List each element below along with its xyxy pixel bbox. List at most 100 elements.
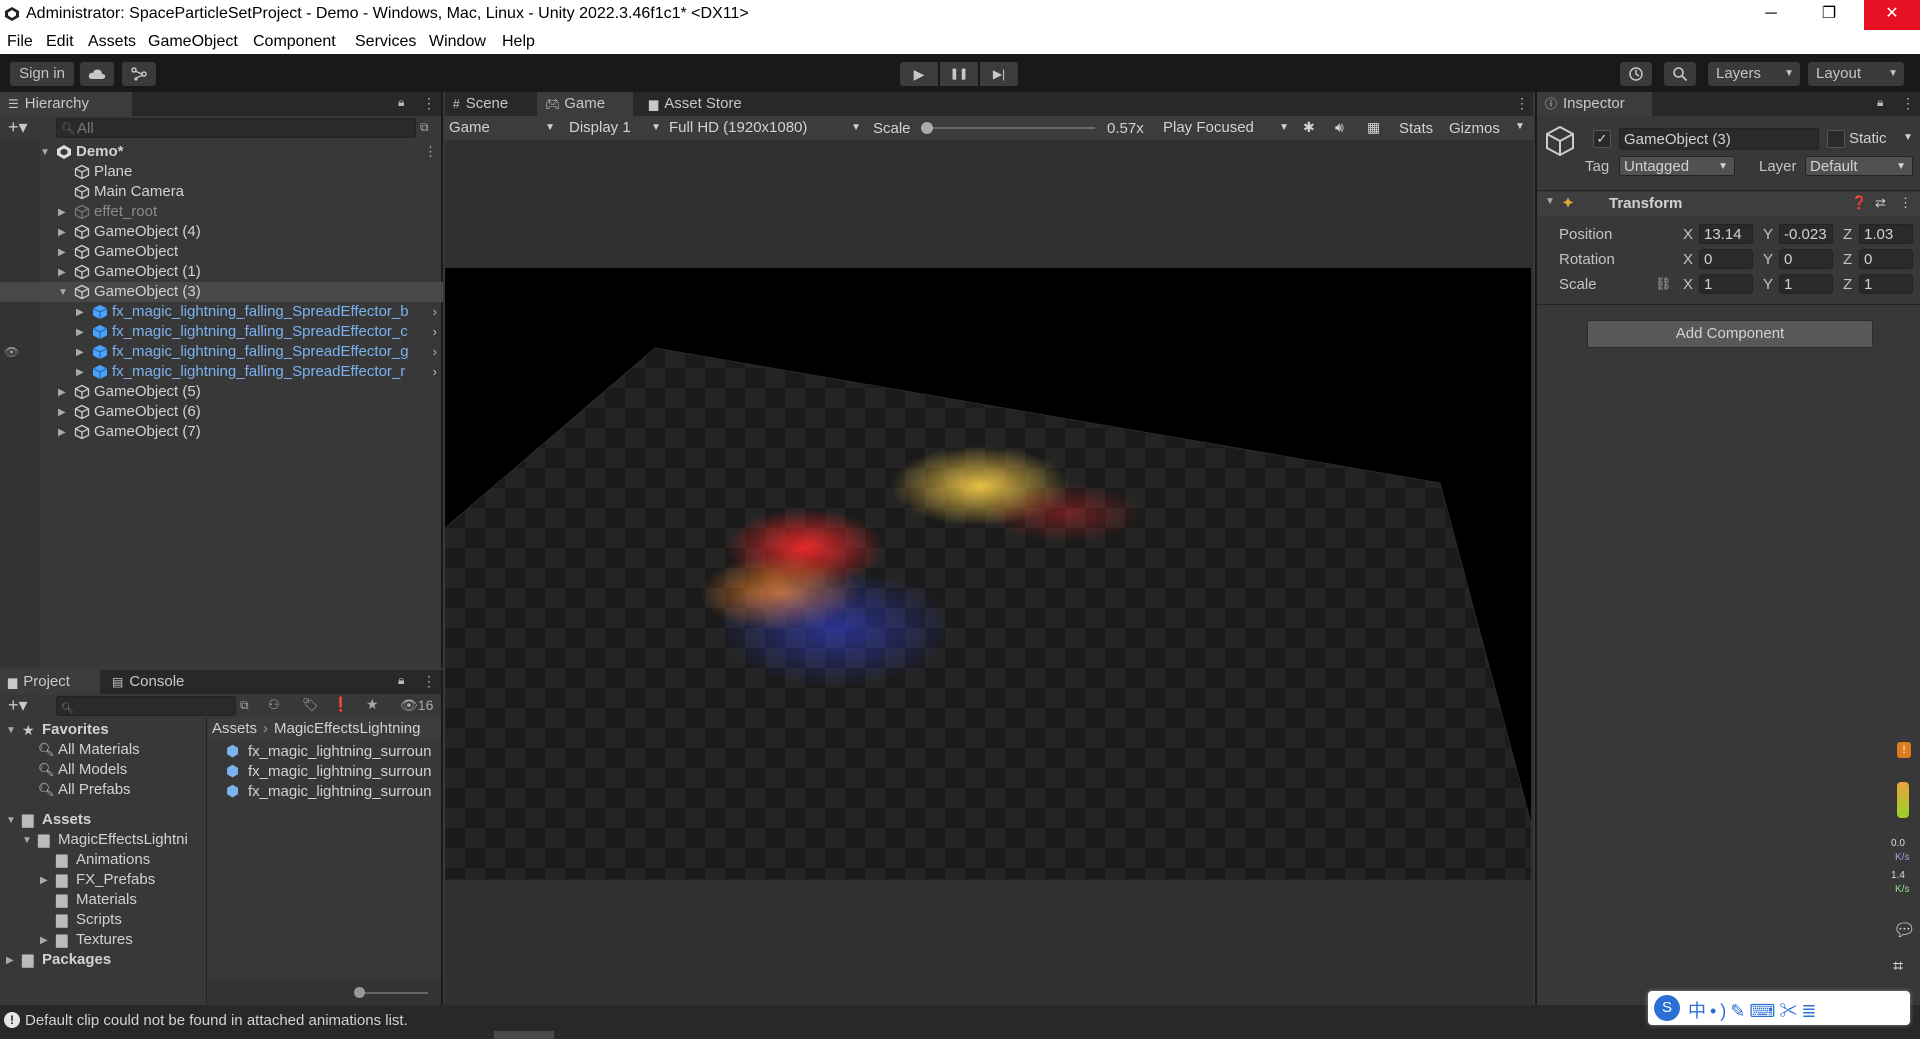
search-options-icon[interactable]: ⧉ [420,120,429,135]
tree-packages[interactable]: ▶ ▆ Packages [0,950,206,970]
menu-assets[interactable]: Assets [88,33,136,51]
hierarchy-row[interactable]: Plane [0,162,443,182]
hierarchy-row[interactable]: ▶ fx_magic_lightning_falling_SpreadEffect… [0,362,443,382]
hierarchy-row[interactable]: ▶ fx_magic_lightning_falling_SpreadEffect… [0,302,443,322]
tab-inspector[interactable]: ⓘ Inspector [1537,92,1652,116]
game-viewport[interactable] [445,268,1531,880]
kebab-menu-icon[interactable]: ⋮ [1515,95,1529,112]
cloud-icon[interactable] [80,62,114,86]
scale-slider-track[interactable] [923,127,1095,129]
file-item[interactable]: ⬢ fx_magic_lightning_surroun [208,782,441,802]
layout-dropdown[interactable]: Layout ▼ [1808,62,1904,86]
favorite-star-icon[interactable]: ★ [366,696,379,713]
icon-size-slider-track[interactable] [356,992,428,994]
tree-all-materials[interactable]: 🔍︎ All Materials [0,740,206,760]
chevron-right-icon[interactable]: › [433,342,437,362]
chevron-right-icon[interactable]: › [433,362,437,382]
chevron-right-icon[interactable]: ▶ [58,223,66,242]
hierarchy-row[interactable]: ▶ GameObject [0,242,443,262]
hierarchy-row[interactable]: ▶ GameObject (5) [0,382,443,402]
resolution-dropdown[interactable]: Full HD (1920x1080) ▼ [669,116,865,140]
filter-label-icon[interactable]: 🏷︎ [302,697,319,713]
close-button[interactable]: ✕ [1864,0,1920,30]
chevron-down-icon[interactable]: ▼ [58,283,68,302]
hierarchy-row[interactable]: ▶ GameObject (6) [0,402,443,422]
restore-button[interactable]: ❐ [1806,0,1852,30]
menu-component[interactable]: Component [253,33,336,51]
grid-view-icon[interactable]: ▦ [1367,119,1380,136]
chevron-right-icon[interactable]: ▶ [76,343,84,362]
position-z-field[interactable]: 1.03 [1859,224,1913,244]
notification-badge-icon[interactable]: ! [1897,742,1911,758]
bug-icon[interactable]: ✱ [1303,119,1315,136]
menu-file[interactable]: File [7,33,33,51]
scale-z-field[interactable]: 1 [1859,274,1913,294]
chevron-right-icon[interactable]: › [433,302,437,322]
chevron-down-icon[interactable]: ▼ [1545,196,1555,207]
chevron-down-icon[interactable]: ▼ [1515,121,1525,132]
hierarchy-row[interactable]: Main Camera [0,182,443,202]
hierarchy-row[interactable]: ▶ GameObject (7) [0,422,443,442]
play-button[interactable]: ▶ [900,62,938,86]
chevron-right-icon[interactable]: ▶ [58,203,66,222]
status-message[interactable]: Default clip could not be found in attac… [25,1012,408,1029]
tab-asset-store[interactable]: ▆ Asset Store [641,92,761,116]
minimize-button[interactable]: ─ [1748,0,1794,30]
tree-folder[interactable]: ▆ Scripts [0,910,206,930]
hidden-packages-icon[interactable]: 👁︎16 [400,697,433,714]
chevron-right-icon[interactable]: ▶ [58,423,66,442]
lock-icon[interactable]: 🔒︎ [1877,95,1883,110]
tab-project[interactable]: ▆ Project [0,670,100,694]
kebab-menu-icon[interactable]: ⋮ [1901,95,1915,112]
breadcrumb-item[interactable]: Assets [212,720,257,737]
layer-dropdown[interactable]: Default ▼ [1805,156,1913,176]
tree-all-models[interactable]: 🔍︎ All Models [0,760,206,780]
chevron-down-icon[interactable]: ▼ [1903,132,1913,143]
gizmos-button[interactable]: Gizmos [1449,120,1500,137]
project-search-input[interactable]: 🔍︎ [56,696,236,716]
tree-assets[interactable]: ▼ ▆ Assets [0,810,206,830]
tree-folder[interactable]: ▆ Animations [0,850,206,870]
hierarchy-row[interactable]: ▶ fx_magic_lightning_falling_SpreadEffect… [0,342,443,362]
menu-edit[interactable]: Edit [46,33,74,51]
scale-y-field[interactable]: 1 [1779,274,1833,294]
tab-hierarchy[interactable]: ☰ Hierarchy [0,92,132,116]
visibility-eye-icon[interactable]: 👁︎ [4,342,19,362]
hierarchy-row[interactable]: ▼ Demo* ⋮ [0,142,443,162]
menu-window[interactable]: Window [429,33,486,51]
breadcrumb-item[interactable]: MagicEffectsLightning [274,720,420,737]
play-focused-dropdown[interactable]: Play Focused ▼ [1163,116,1293,140]
scale-x-field[interactable]: 1 [1699,274,1753,294]
hierarchy-row[interactable]: ▶ fx_magic_lightning_falling_SpreadEffect… [0,322,443,342]
create-asset-button[interactable]: +▾ [8,695,28,716]
chevron-right-icon[interactable]: ▶ [76,323,84,342]
ime-logo-icon[interactable]: S [1654,995,1680,1021]
step-button[interactable]: ▶| [980,62,1018,86]
chevron-right-icon[interactable]: ▶ [58,403,66,422]
chevron-right-icon[interactable]: ▶ [58,383,66,402]
preset-icon[interactable]: ⇄ [1875,195,1886,211]
menu-services[interactable]: Services [355,33,416,51]
speaker-icon[interactable]: 🔊︎ [1335,119,1344,136]
constrain-proportions-icon[interactable]: ⛓︎ [1655,276,1672,292]
chevron-down-icon[interactable]: ▼ [40,143,50,162]
tree-favorites[interactable]: ▼ ★ Favorites [0,720,206,740]
file-item[interactable]: ⬢ fx_magic_lightning_surroun [208,762,441,782]
tree-folder[interactable]: ▆ Materials [0,890,206,910]
kebab-menu-icon[interactable]: ⋮ [422,95,436,112]
search-icon[interactable] [1664,62,1696,86]
tree-magiceffects[interactable]: ▼ ▆ MagicEffectsLightni [0,830,206,850]
kebab-menu-icon[interactable]: ⋮ [424,142,437,162]
menu-gameobject[interactable]: GameObject [148,33,238,51]
chevron-right-icon[interactable]: ▶ [58,243,66,262]
chevron-right-icon[interactable]: ▶ [58,263,66,282]
active-checkbox[interactable]: ✓ [1593,130,1611,148]
hierarchy-row[interactable]: ▶ GameObject (1) [0,262,443,282]
tree-all-prefabs[interactable]: 🔍︎ All Prefabs [0,780,206,800]
chevron-right-icon[interactable]: › [433,322,437,342]
kebab-menu-icon[interactable]: ⋮ [422,673,436,690]
icon-size-slider-thumb[interactable] [354,987,365,998]
object-name-field[interactable]: GameObject (3) [1619,128,1819,150]
scale-slider-thumb[interactable] [921,122,933,134]
file-item[interactable]: ⬢ fx_magic_lightning_surroun [208,742,441,762]
